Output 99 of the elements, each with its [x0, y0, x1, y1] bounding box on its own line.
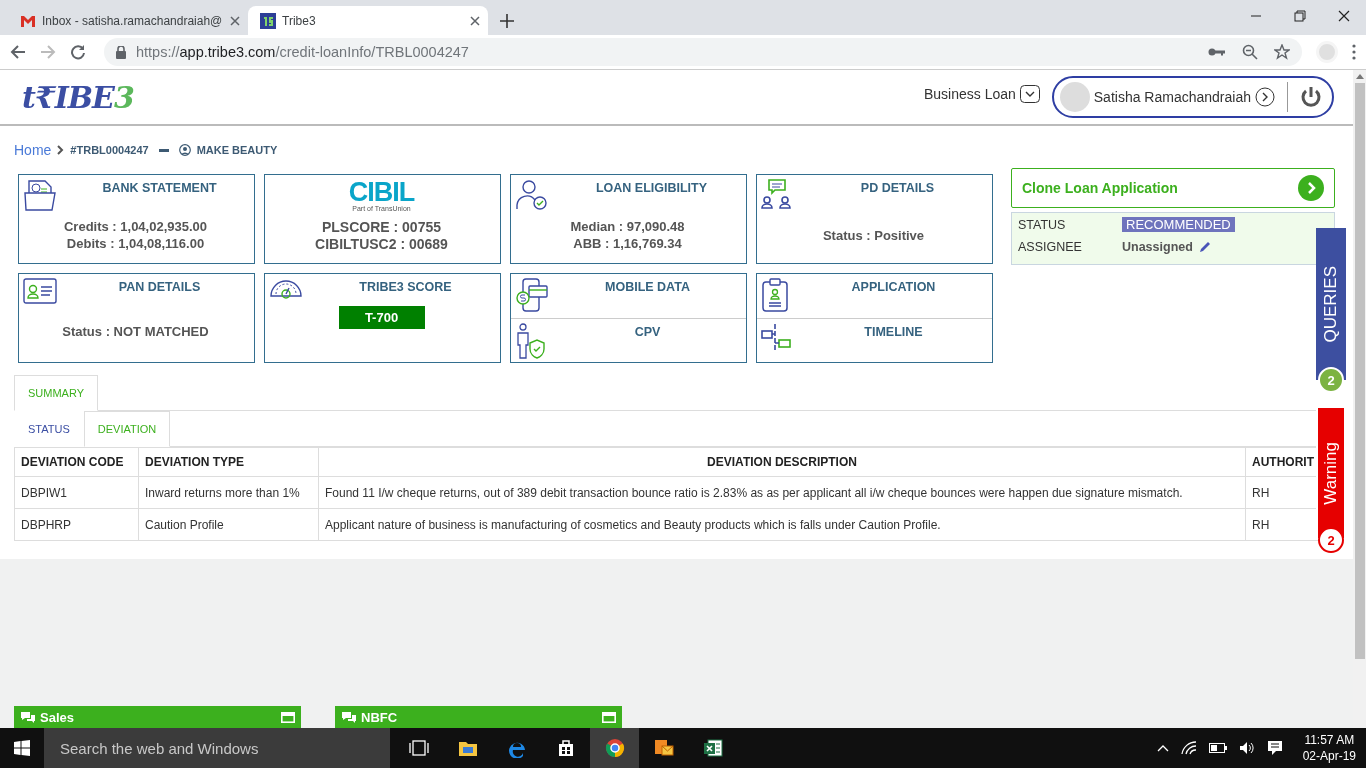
mail-app-icon[interactable]: [653, 738, 674, 758]
info-card[interactable]: APPLICATION TIMELINE: [756, 273, 993, 363]
card-title[interactable]: APPLICATION: [801, 278, 986, 318]
windows-icon[interactable]: [14, 740, 30, 756]
info-card[interactable]: BANK STATEMENT Credits : 1,04,02,935.00 Debits : 1,04,08,116.00: [18, 174, 255, 264]
zoom-out-icon[interactable]: [1242, 44, 1258, 60]
field-value: Unassigned: [1122, 240, 1193, 254]
info-card[interactable]: PAN DETAILS Status : NOT MATCHED: [18, 273, 255, 363]
card-title[interactable]: TIMELINE: [801, 322, 986, 362]
url-text: https://app.tribe3.com/credit-loanInfo/TRBL0004247: [136, 44, 469, 60]
card-value: Median : 97,090.48: [570, 218, 685, 235]
user-check-icon: [515, 179, 549, 211]
card-title: BANK STATEMENT: [101, 180, 218, 197]
card-title[interactable]: CPV: [555, 322, 740, 362]
info-card[interactable]: LOAN ELIGIBILITY Median : 97,090.48 ABB : 1,16,769.34: [510, 174, 747, 264]
phone-money-icon: [515, 278, 549, 312]
loan-id: #TRBL0004247: [70, 144, 149, 156]
folder-icon: [23, 179, 57, 211]
chrome-icon[interactable]: [604, 738, 625, 758]
back-icon[interactable]: [10, 44, 26, 60]
card-title[interactable]: MOBILE DATA: [555, 278, 740, 318]
chat-icon: [20, 711, 36, 723]
lock-icon: [116, 45, 126, 59]
spreadsheet-icon[interactable]: [702, 738, 723, 758]
scrollbar[interactable]: [1353, 70, 1366, 728]
clipboard-icon: [761, 278, 789, 312]
card-title: PAN DETAILS: [117, 279, 202, 296]
logo: t₹IBE3: [22, 79, 134, 115]
card-title: PD DETAILS: [859, 180, 936, 197]
user-icon: [178, 144, 191, 156]
card-title: TRIBE3 SCORE: [358, 279, 453, 296]
table-cell: Found 11 I/w cheque returns, out of 389 debit transaction bounce ratio is 2.83% as as per applicant all i/w cheque bounces were happen due signature mismatch.: [318, 476, 1246, 509]
field-label: STATUS: [1018, 217, 1067, 232]
browser-tab[interactable]: Inbox - satisha.ramachandraiah@: [8, 6, 248, 35]
gauge-icon: [269, 278, 303, 300]
table-cell: DBPIW1: [14, 476, 139, 509]
chat-icon: [341, 711, 357, 723]
home-link[interactable]: Home: [14, 142, 52, 158]
column-header: DEVIATION DESCRIPTION: [318, 447, 1246, 477]
close-icon[interactable]: [1338, 10, 1350, 22]
info-card[interactable]: PD DETAILS Status : Positive: [756, 174, 993, 264]
battery-icon[interactable]: [1208, 743, 1227, 753]
loan-type-dropdown[interactable]: Business Loan: [923, 85, 1040, 103]
timeline-icon: [761, 322, 791, 353]
column-header: DEVIATION CODE: [14, 447, 139, 477]
restore-icon[interactable]: [1294, 10, 1306, 22]
chevron-right-icon: [1255, 87, 1275, 107]
card-value: PLSCORE : 00755: [321, 218, 442, 236]
table-cell: Caution Profile: [138, 508, 319, 541]
user-name: Satisha Ramachandraiah: [1093, 89, 1251, 105]
avatar: [1059, 82, 1090, 112]
wifi-icon[interactable]: [1180, 741, 1197, 755]
scroll-thumb[interactable]: [1354, 83, 1365, 659]
person-shield-icon: [515, 322, 545, 359]
table-cell: DBPHRP: [14, 508, 139, 541]
chevron-right-icon: [1298, 175, 1324, 201]
site-icon: [260, 12, 276, 29]
star-icon[interactable]: [1274, 44, 1290, 60]
status-badge: RECOMMENDED: [1122, 217, 1235, 232]
column-header: DEVIATION TYPE: [138, 447, 319, 477]
volume-icon[interactable]: [1238, 741, 1255, 755]
info-card[interactable]: TRIBE3 SCORE T-700: [264, 273, 501, 363]
mail-icon: [20, 14, 36, 27]
score-badge: T-700: [338, 306, 425, 329]
scroll-up-icon[interactable]: [1355, 74, 1364, 79]
address-bar[interactable]: https://app.tribe3.com/credit-loanInfo/TRBL0004247: [104, 38, 1302, 66]
browser-tab[interactable]: Tribe3: [248, 6, 488, 35]
key-icon[interactable]: [1208, 47, 1226, 57]
card-value: Credits : 1,04,02,935.00: [63, 218, 208, 235]
pencil-icon[interactable]: [1198, 241, 1211, 253]
table-cell: Applicant nature of business is manufacturing of cosmetics and Beauty products which is falls under Caution Profile.: [318, 508, 1246, 541]
notification-icon[interactable]: [1266, 740, 1283, 756]
close-icon[interactable]: [470, 15, 480, 26]
menu-icon[interactable]: [1352, 44, 1356, 60]
reload-icon[interactable]: [70, 44, 86, 60]
card-value: Status : Positive: [822, 226, 925, 244]
chevron-up-icon[interactable]: [1156, 744, 1169, 752]
card-value: Debits : 1,04,08,116.00: [66, 235, 205, 252]
info-card[interactable]: MOBILE DATA CPV: [510, 273, 747, 363]
cibil-logo: CIBIL: [348, 179, 415, 205]
user-menu[interactable]: Satisha Ramachandraiah: [1051, 76, 1334, 118]
clock-date[interactable]: 02-Apr-19: [1302, 748, 1356, 764]
card-title: LOAN ELIGIBILITY: [594, 180, 709, 197]
window-icon[interactable]: [281, 711, 295, 723]
id-card-icon: [23, 278, 57, 304]
new-tab-icon[interactable]: [500, 14, 514, 28]
window-icon[interactable]: [602, 711, 616, 723]
card-value: Status : NOT MATCHED: [62, 322, 209, 340]
card-value: ABB : 1,16,769.34: [573, 235, 682, 252]
chevron-right-icon: [57, 145, 65, 155]
field-label: ASSIGNEE: [1018, 240, 1083, 254]
power-icon[interactable]: [1300, 86, 1322, 108]
table-cell: Inward returns more than 1%: [138, 476, 319, 509]
card-value: CIBILTUSC2 : 00689: [315, 235, 448, 253]
taskbar-search[interactable]: Search the web and Windows: [44, 728, 390, 768]
chevron-down-icon: [1019, 85, 1040, 103]
customer-name: MAKE BEAUTY: [196, 144, 278, 156]
clock-time[interactable]: 11:57 AM: [1304, 732, 1355, 748]
task-view-icon[interactable]: [408, 738, 429, 758]
